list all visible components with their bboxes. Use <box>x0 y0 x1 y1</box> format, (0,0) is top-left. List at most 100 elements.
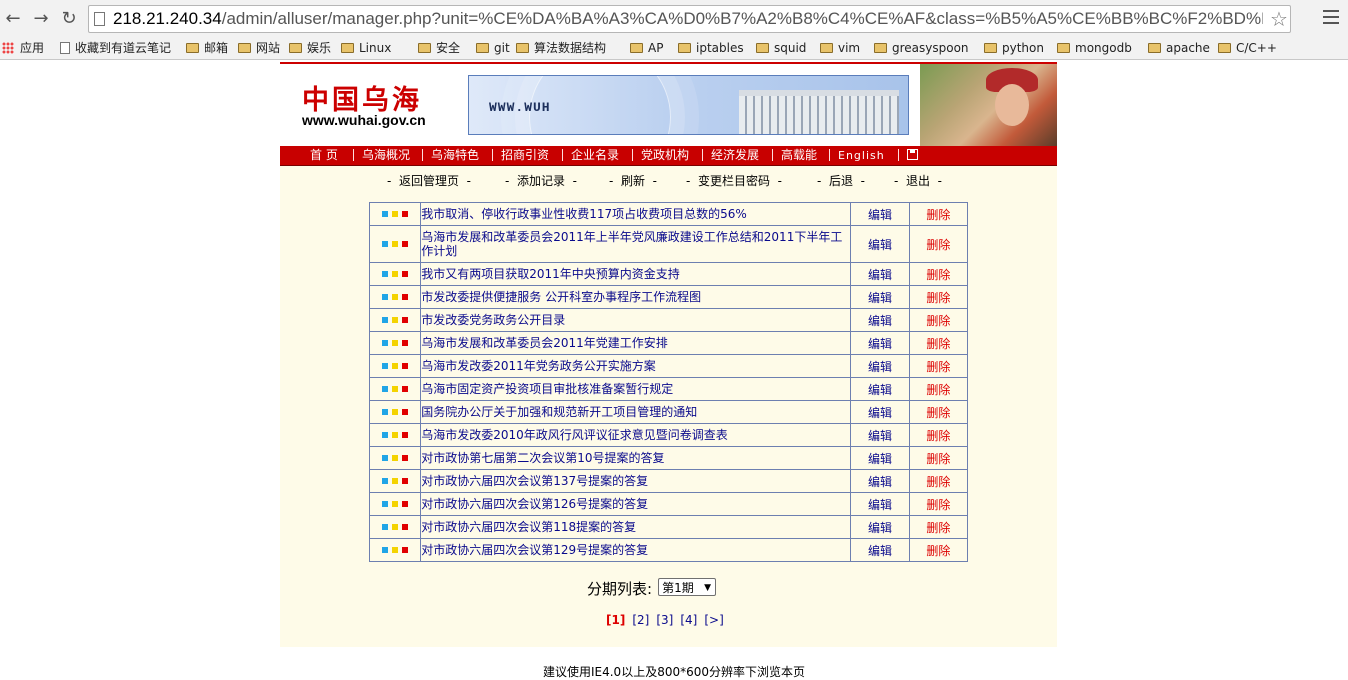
delete-link[interactable]: 删除 <box>908 423 969 447</box>
edit-link[interactable]: 编辑 <box>850 538 910 562</box>
delete-link[interactable]: 删除 <box>908 446 969 470</box>
nav-enterprises[interactable]: 企业名录 <box>571 146 619 165</box>
bookmark-item[interactable]: python <box>984 38 1044 58</box>
edit-link[interactable]: 编辑 <box>850 492 910 516</box>
back-to-admin-link[interactable]: - 返回管理页 - <box>387 172 471 190</box>
edit-link[interactable]: 编辑 <box>850 308 910 332</box>
record-title[interactable]: 对市政协六届四次会议第137号提案的答复 <box>420 469 852 493</box>
record-title[interactable]: 乌海市发改委2010年政风行风评议征求意见暨问卷调查表 <box>420 423 852 447</box>
bookmark-item[interactable]: 算法数据结构 <box>516 38 606 58</box>
record-title[interactable]: 乌海市发改委2011年党务政务公开实施方案 <box>420 354 852 378</box>
edit-link[interactable]: 编辑 <box>850 446 910 470</box>
bookmark-item[interactable]: 安全 <box>418 38 460 58</box>
delete-link[interactable]: 删除 <box>908 354 969 378</box>
record-title[interactable]: 乌海市发展和改革委员会2011年上半年党风廉政建设工作总结和2011下半年工作计… <box>420 225 852 263</box>
bookmark-item[interactable]: 娱乐 <box>289 38 331 58</box>
delete-link[interactable]: 删除 <box>908 469 969 493</box>
nav-separator <box>772 149 773 161</box>
record-title[interactable]: 市发改委党务政务公开目录 <box>420 308 852 332</box>
bookmark-item[interactable]: greasyspoon <box>874 38 969 58</box>
record-title[interactable]: 对市政协六届四次会议第126号提案的答复 <box>420 492 852 516</box>
bookmark-item[interactable]: vim <box>820 38 860 58</box>
reload-icon[interactable]: ↻ <box>58 8 80 30</box>
edit-link[interactable]: 编辑 <box>850 469 910 493</box>
url-text[interactable]: 218.21.240.34/admin/alluser/manager.php?… <box>113 9 1263 29</box>
save-icon[interactable] <box>907 149 918 160</box>
arrow-right-icon[interactable]: → <box>30 8 52 30</box>
edit-link[interactable]: 编辑 <box>850 331 910 355</box>
bookmark-item[interactable]: 应用 <box>2 38 44 58</box>
record-title[interactable]: 市发改委提供便捷服务 公开科室办事程序工作流程图 <box>420 285 852 309</box>
nav-economy[interactable]: 经济发展 <box>711 146 759 165</box>
bookmark-item[interactable]: mongodb <box>1057 38 1132 58</box>
bullet-icon <box>380 267 410 281</box>
period-select[interactable]: 第1期 ▼ <box>658 578 717 596</box>
delete-link[interactable]: 删除 <box>908 262 969 286</box>
bookmark-item[interactable]: AP <box>630 38 663 58</box>
nav-home[interactable]: 首 页 <box>310 146 338 165</box>
go-back-link[interactable]: - 后退 - <box>817 172 865 190</box>
bullet-cell <box>368 538 422 562</box>
delete-link[interactable]: 删除 <box>908 492 969 516</box>
bookmark-item[interactable]: C/C++ <box>1218 38 1277 58</box>
record-title[interactable]: 国务院办公厅关于加强和规范新开工项目管理的通知 <box>420 400 852 424</box>
nav-english[interactable]: English <box>838 146 885 165</box>
bookmark-item[interactable]: apache <box>1148 38 1210 58</box>
logout-link[interactable]: - 退出 - <box>894 172 942 190</box>
delete-link[interactable]: 删除 <box>908 515 969 539</box>
table-row: 对市政协第七届第二次会议第10号提案的答复 编辑 删除 <box>368 446 969 470</box>
page-link[interactable]: [4] <box>680 613 697 627</box>
arrow-left-icon[interactable]: ← <box>2 8 24 30</box>
record-title[interactable]: 乌海市发展和改革委员会2011年党建工作安排 <box>420 331 852 355</box>
record-title[interactable]: 对市政协六届四次会议第118提案的答复 <box>420 515 852 539</box>
refresh-link[interactable]: - 刷新 - <box>609 172 657 190</box>
nav-features[interactable]: 乌海特色 <box>431 146 479 165</box>
edit-link[interactable]: 编辑 <box>850 423 910 447</box>
delete-link[interactable]: 删除 <box>908 538 969 562</box>
page-link-current[interactable]: [1] <box>606 613 625 627</box>
edit-link[interactable]: 编辑 <box>850 285 910 309</box>
edit-link[interactable]: 编辑 <box>850 262 910 286</box>
hamburger-menu-icon[interactable] <box>1323 10 1339 26</box>
record-title[interactable]: 我市又有两项目获取2011年中央预算内资金支持 <box>420 262 852 286</box>
nav-energy[interactable]: 高载能 <box>781 146 817 165</box>
delete-link[interactable]: 删除 <box>908 400 969 424</box>
edit-link[interactable]: 编辑 <box>850 515 910 539</box>
delete-link[interactable]: 删除 <box>908 202 969 226</box>
edit-link[interactable]: 编辑 <box>850 354 910 378</box>
bookmark-label: 娱乐 <box>307 41 332 55</box>
bookmark-item[interactable]: squid <box>756 38 806 58</box>
record-title[interactable]: 对市政协六届四次会议第129号提案的答复 <box>420 538 852 562</box>
page-link-next[interactable]: [>] <box>704 613 723 627</box>
edit-link[interactable]: 编辑 <box>850 377 910 401</box>
delete-link[interactable]: 删除 <box>908 285 969 309</box>
edit-link[interactable]: 编辑 <box>850 202 910 226</box>
delete-link[interactable]: 删除 <box>908 225 969 263</box>
edit-link[interactable]: 编辑 <box>850 400 910 424</box>
bookmark-item[interactable]: Linux <box>341 38 391 58</box>
nav-agencies[interactable]: 党政机构 <box>641 146 689 165</box>
delete-link[interactable]: 删除 <box>908 308 969 332</box>
star-icon[interactable]: ☆ <box>1267 7 1291 31</box>
record-title[interactable]: 乌海市固定资产投资项目审批核准备案暂行规定 <box>420 377 852 401</box>
change-password-link[interactable]: - 变更栏目密码 - <box>686 172 782 190</box>
nav-separator <box>492 149 493 161</box>
delete-link[interactable]: 删除 <box>908 331 969 355</box>
page-link[interactable]: [3] <box>656 613 673 627</box>
bookmark-item[interactable]: 网站 <box>238 38 280 58</box>
bookmark-item[interactable]: 收藏到有道云笔记 <box>60 38 171 58</box>
bookmark-item[interactable]: 邮箱 <box>186 38 228 58</box>
page-link[interactable]: [2] <box>632 613 649 627</box>
nav-overview[interactable]: 乌海概况 <box>362 146 410 165</box>
table-row: 对市政协六届四次会议第129号提案的答复 编辑 删除 <box>368 538 969 562</box>
record-title[interactable]: 我市取消、停收行政事业性收费117项占收费项目总数的56% <box>420 202 852 226</box>
address-bar[interactable]: 218.21.240.34/admin/alluser/manager.php?… <box>88 5 1291 33</box>
bookmark-item[interactable]: iptables <box>678 38 744 58</box>
record-title[interactable]: 对市政协第七届第二次会议第10号提案的答复 <box>420 446 852 470</box>
delete-link[interactable]: 删除 <box>908 377 969 401</box>
bookmark-item[interactable]: git <box>476 38 510 58</box>
edit-link[interactable]: 编辑 <box>850 225 910 263</box>
add-record-link[interactable]: - 添加记录 - <box>505 172 577 190</box>
nav-investment[interactable]: 招商引资 <box>501 146 549 165</box>
bullet-icon <box>380 543 410 557</box>
